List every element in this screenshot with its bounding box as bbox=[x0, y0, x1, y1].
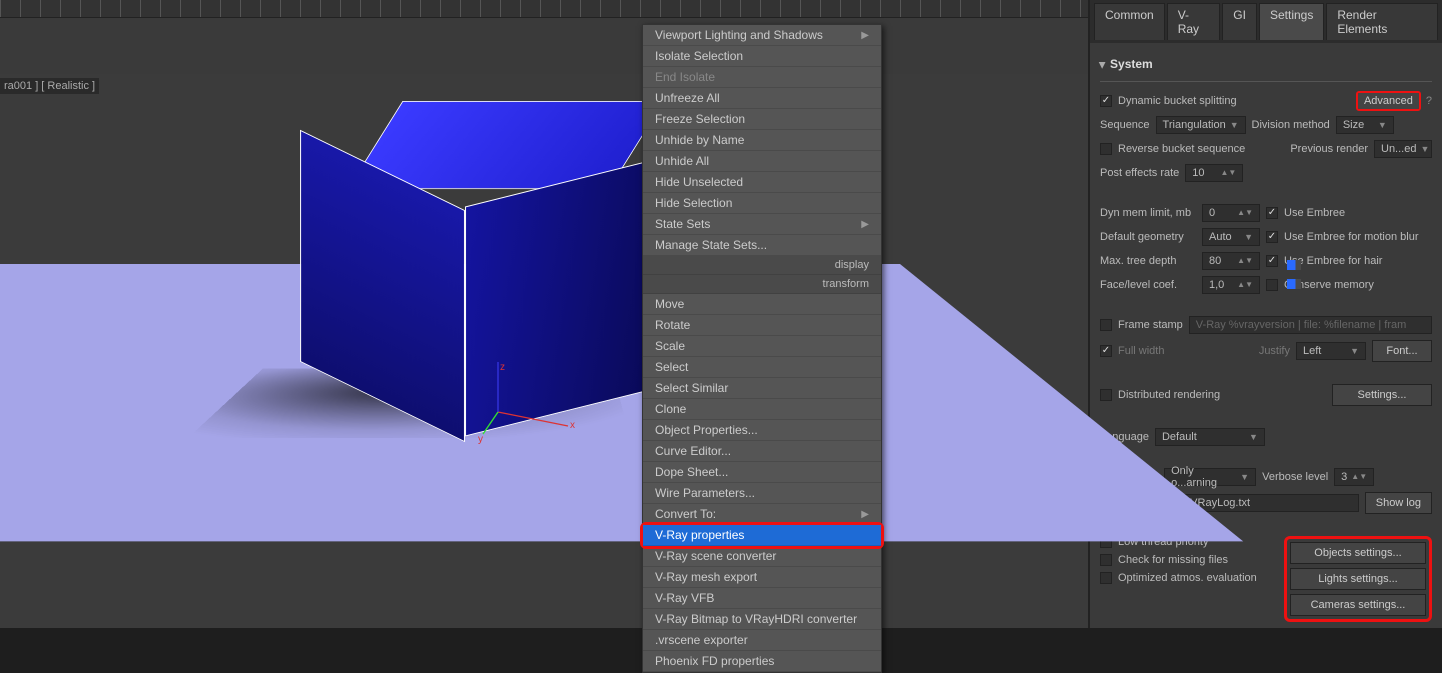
dyn-bucket-checkbox[interactable] bbox=[1100, 95, 1112, 107]
quad-context-menu[interactable]: Viewport Lighting and Shadows▶Isolate Se… bbox=[642, 24, 882, 673]
menu-item-v-ray-properties[interactable]: V-Ray properties bbox=[643, 525, 881, 546]
full-width-label: Full width bbox=[1118, 345, 1164, 357]
tab-render-elements[interactable]: Render Elements bbox=[1326, 3, 1438, 40]
log-window-dropdown[interactable]: Only o...arning▼ bbox=[1164, 468, 1256, 486]
conserve-mem-checkbox[interactable] bbox=[1266, 279, 1278, 291]
show-log-button[interactable]: Show log bbox=[1365, 492, 1432, 514]
menu-item-v-ray-bitmap-to-vrayhdri-converter[interactable]: V-Ray Bitmap to VRayHDRI converter bbox=[643, 609, 881, 630]
menu-item-move[interactable]: Move bbox=[643, 294, 881, 315]
cameras-settings-button[interactable]: Cameras settings... bbox=[1290, 594, 1426, 616]
menu-item-transform: transform bbox=[643, 275, 881, 294]
def-geom-dropdown[interactable]: Auto▼ bbox=[1202, 228, 1260, 246]
menu-item-v-ray-scene-converter[interactable]: V-Ray scene converter bbox=[643, 546, 881, 567]
advanced-button[interactable]: Advanced bbox=[1357, 92, 1420, 110]
menu-item-unhide-all[interactable]: Unhide All bbox=[643, 151, 881, 172]
render-settings-tabs: CommonV-RayGISettingsRender Elements bbox=[1090, 0, 1442, 43]
opt-atmos-checkbox[interactable] bbox=[1100, 572, 1112, 584]
post-fx-label: Post effects rate bbox=[1100, 167, 1179, 179]
tab-settings[interactable]: Settings bbox=[1259, 3, 1324, 40]
menu-item-select[interactable]: Select bbox=[643, 357, 881, 378]
objects-settings-button[interactable]: Objects settings... bbox=[1290, 542, 1426, 564]
submenu-arrow-icon: ▶ bbox=[861, 219, 869, 230]
viewport-label: ra001 ] [ Realistic ] bbox=[0, 78, 99, 94]
post-fx-spinner[interactable]: 10▲▼ bbox=[1185, 164, 1243, 182]
box-object[interactable] bbox=[375, 162, 637, 424]
settings-buttons-highlight: Objects settings... Lights settings... C… bbox=[1284, 536, 1432, 622]
language-dropdown[interactable]: Default▼ bbox=[1155, 428, 1265, 446]
menu-item-manage-state-sets[interactable]: Manage State Sets... bbox=[643, 235, 881, 256]
font-button[interactable]: Font... bbox=[1372, 340, 1432, 362]
submenu-arrow-icon: ▶ bbox=[861, 509, 869, 520]
dyn-mem-label: Dyn mem limit, mb bbox=[1100, 207, 1196, 219]
face-coef-label: Face/level coef. bbox=[1100, 279, 1196, 291]
opt-atmos-label: Optimized atmos. evaluation bbox=[1118, 572, 1257, 584]
menu-item-clone[interactable]: Clone bbox=[643, 399, 881, 420]
check-missing-checkbox[interactable] bbox=[1100, 554, 1112, 566]
menu-item-rotate[interactable]: Rotate bbox=[643, 315, 881, 336]
max-tree-label: Max. tree depth bbox=[1100, 255, 1196, 267]
dist-render-checkbox[interactable] bbox=[1100, 389, 1112, 401]
menu-item-unhide-by-name[interactable]: Unhide by Name bbox=[643, 130, 881, 151]
menu-item-unfreeze-all[interactable]: Unfreeze All bbox=[643, 88, 881, 109]
full-width-checkbox[interactable] bbox=[1100, 345, 1112, 357]
dyn-mem-spinner[interactable]: 0▲▼ bbox=[1202, 204, 1260, 222]
use-embree-checkbox[interactable] bbox=[1266, 207, 1278, 219]
frame-stamp-input[interactable]: V-Ray %vrayversion | file: %filename | f… bbox=[1189, 316, 1432, 334]
3d-viewport[interactable]: x y z ra001 ] [ Realistic ] Viewport Lig… bbox=[0, 0, 1088, 628]
dist-render-label: Distributed rendering bbox=[1118, 389, 1220, 401]
reverse-seq-checkbox[interactable] bbox=[1100, 143, 1112, 155]
division-method-label: Division method bbox=[1252, 119, 1330, 131]
frame-stamp-checkbox[interactable] bbox=[1100, 319, 1112, 331]
menu-item-curve-editor[interactable]: Curve Editor... bbox=[643, 441, 881, 462]
menu-item-v-ray-mesh-export[interactable]: V-Ray mesh export bbox=[643, 567, 881, 588]
menu-item-phoenix-fd-properties[interactable]: Phoenix FD properties bbox=[643, 651, 881, 672]
max-tree-spinner[interactable]: 80▲▼ bbox=[1202, 252, 1260, 270]
embree-hair-checkbox[interactable] bbox=[1266, 255, 1278, 267]
sequence-dropdown[interactable]: Triangulation▼ bbox=[1156, 116, 1246, 134]
justify-dropdown[interactable]: Left▼ bbox=[1296, 342, 1366, 360]
menu-item-freeze-selection[interactable]: Freeze Selection bbox=[643, 109, 881, 130]
embree-mb-label: Use Embree for motion blur bbox=[1284, 231, 1419, 243]
menu-item-v-ray-vfb[interactable]: V-Ray VFB bbox=[643, 588, 881, 609]
menu-item-isolate-selection[interactable]: Isolate Selection bbox=[643, 46, 881, 67]
def-geom-label: Default geometry bbox=[1100, 231, 1196, 243]
use-embree-label: Use Embree bbox=[1284, 207, 1345, 219]
tab-gi[interactable]: GI bbox=[1222, 3, 1257, 40]
menu-item-dope-sheet[interactable]: Dope Sheet... bbox=[643, 462, 881, 483]
dr-settings-button[interactable]: Settings... bbox=[1332, 384, 1432, 406]
menu-item-object-properties[interactable]: Object Properties... bbox=[643, 420, 881, 441]
justify-label: Justify bbox=[1259, 345, 1290, 357]
timeline-ruler[interactable] bbox=[0, 0, 1088, 18]
frame-stamp-label: Frame stamp bbox=[1118, 319, 1183, 331]
menu-item-hide-unselected[interactable]: Hide Unselected bbox=[643, 172, 881, 193]
embree-mb-checkbox[interactable] bbox=[1266, 231, 1278, 243]
sequence-label: Sequence bbox=[1100, 119, 1150, 131]
verbose-spinner[interactable]: 3▲▼ bbox=[1334, 468, 1374, 486]
scene-area[interactable]: x y z bbox=[0, 74, 1088, 628]
menu-item-scale[interactable]: Scale bbox=[643, 336, 881, 357]
menu-item-select-similar[interactable]: Select Similar bbox=[643, 378, 881, 399]
menu-item-hide-selection[interactable]: Hide Selection bbox=[643, 193, 881, 214]
reverse-seq-label: Reverse bucket sequence bbox=[1118, 143, 1245, 155]
division-method-dropdown[interactable]: Size▼ bbox=[1336, 116, 1394, 134]
menu-item-display: display bbox=[643, 256, 881, 275]
help-icon[interactable]: ? bbox=[1426, 95, 1432, 107]
verbose-label: Verbose level bbox=[1262, 471, 1328, 483]
menu-item-end-isolate[interactable]: End Isolate bbox=[643, 67, 881, 88]
lights-settings-button[interactable]: Lights settings... bbox=[1290, 568, 1426, 590]
prev-render-dropdown[interactable]: Un...ed▼ bbox=[1374, 140, 1432, 158]
menu-item-vrscene-exporter[interactable]: .vrscene exporter bbox=[643, 630, 881, 651]
dyn-bucket-label: Dynamic bucket splitting bbox=[1118, 95, 1237, 107]
face-coef-spinner[interactable]: 1,0▲▼ bbox=[1202, 276, 1260, 294]
menu-item-viewport-lighting-and-shadows[interactable]: Viewport Lighting and Shadows▶ bbox=[643, 25, 881, 46]
check-missing-label: Check for missing files bbox=[1118, 554, 1228, 566]
prev-render-label: Previous render bbox=[1290, 143, 1368, 155]
menu-item-state-sets[interactable]: State Sets▶ bbox=[643, 214, 881, 235]
tab-v-ray[interactable]: V-Ray bbox=[1167, 3, 1221, 40]
system-rollout-title[interactable]: System bbox=[1100, 51, 1432, 82]
submenu-arrow-icon: ▶ bbox=[861, 30, 869, 41]
tab-common[interactable]: Common bbox=[1094, 3, 1165, 40]
menu-item-wire-parameters[interactable]: Wire Parameters... bbox=[643, 483, 881, 504]
